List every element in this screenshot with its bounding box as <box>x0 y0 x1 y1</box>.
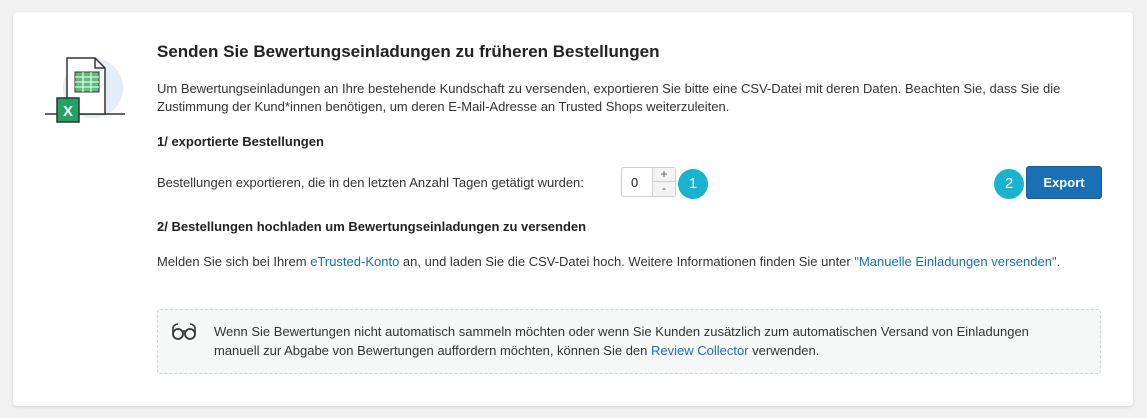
upload-text-end: . <box>1056 254 1061 269</box>
svg-text:X: X <box>63 103 73 120</box>
info-text: Wenn Sie Bewertungen nicht automatisch s… <box>214 322 1074 360</box>
step-badge-1: 1 <box>678 169 708 199</box>
upload-text-start: Melden Sie sich bei Ihrem <box>157 254 311 269</box>
days-stepper[interactable]: 0 + - <box>621 167 676 197</box>
export-button[interactable]: Export <box>1026 166 1102 199</box>
step1-heading: 1/ exportierte Bestellungen <box>157 134 324 149</box>
info-text-end: verwenden. <box>748 343 820 358</box>
upload-text-middle: an, und laden Sie die CSV-Datei hoch. We… <box>399 254 855 269</box>
stepper-buttons: + - <box>652 168 675 196</box>
intro-text: Um Bewertungseinladungen an Ihre bestehe… <box>157 81 1061 114</box>
days-input[interactable]: 0 <box>631 175 638 190</box>
manual-invites-link[interactable]: "Manuelle Einladungen versenden" <box>854 254 1056 269</box>
step2-heading: 2/ Bestellungen hochladen um Bewertungse… <box>157 219 587 234</box>
invite-card: X Senden Sie Bewertungseinladungen zu fr… <box>13 12 1133 406</box>
etrusted-account-link[interactable]: eTrusted-Konto <box>310 254 399 269</box>
increment-button[interactable]: + <box>653 168 675 182</box>
days-label: Bestellungen exportieren, die in den let… <box>157 175 584 190</box>
decrement-button[interactable]: - <box>653 182 675 196</box>
glasses-icon <box>172 323 196 340</box>
upload-instructions: Melden Sie sich bei Ihrem eTrusted-Konto… <box>157 252 1077 271</box>
review-collector-link[interactable]: Review Collector <box>651 343 749 358</box>
info-box: Wenn Sie Bewertungen nicht automatisch s… <box>157 309 1101 374</box>
page-title: Senden Sie Bewertungseinladungen zu früh… <box>157 42 660 61</box>
info-text-start: Wenn Sie Bewertungen nicht automatisch s… <box>214 324 1029 358</box>
excel-file-icon: X <box>45 57 125 123</box>
step-badge-2: 2 <box>994 169 1024 199</box>
